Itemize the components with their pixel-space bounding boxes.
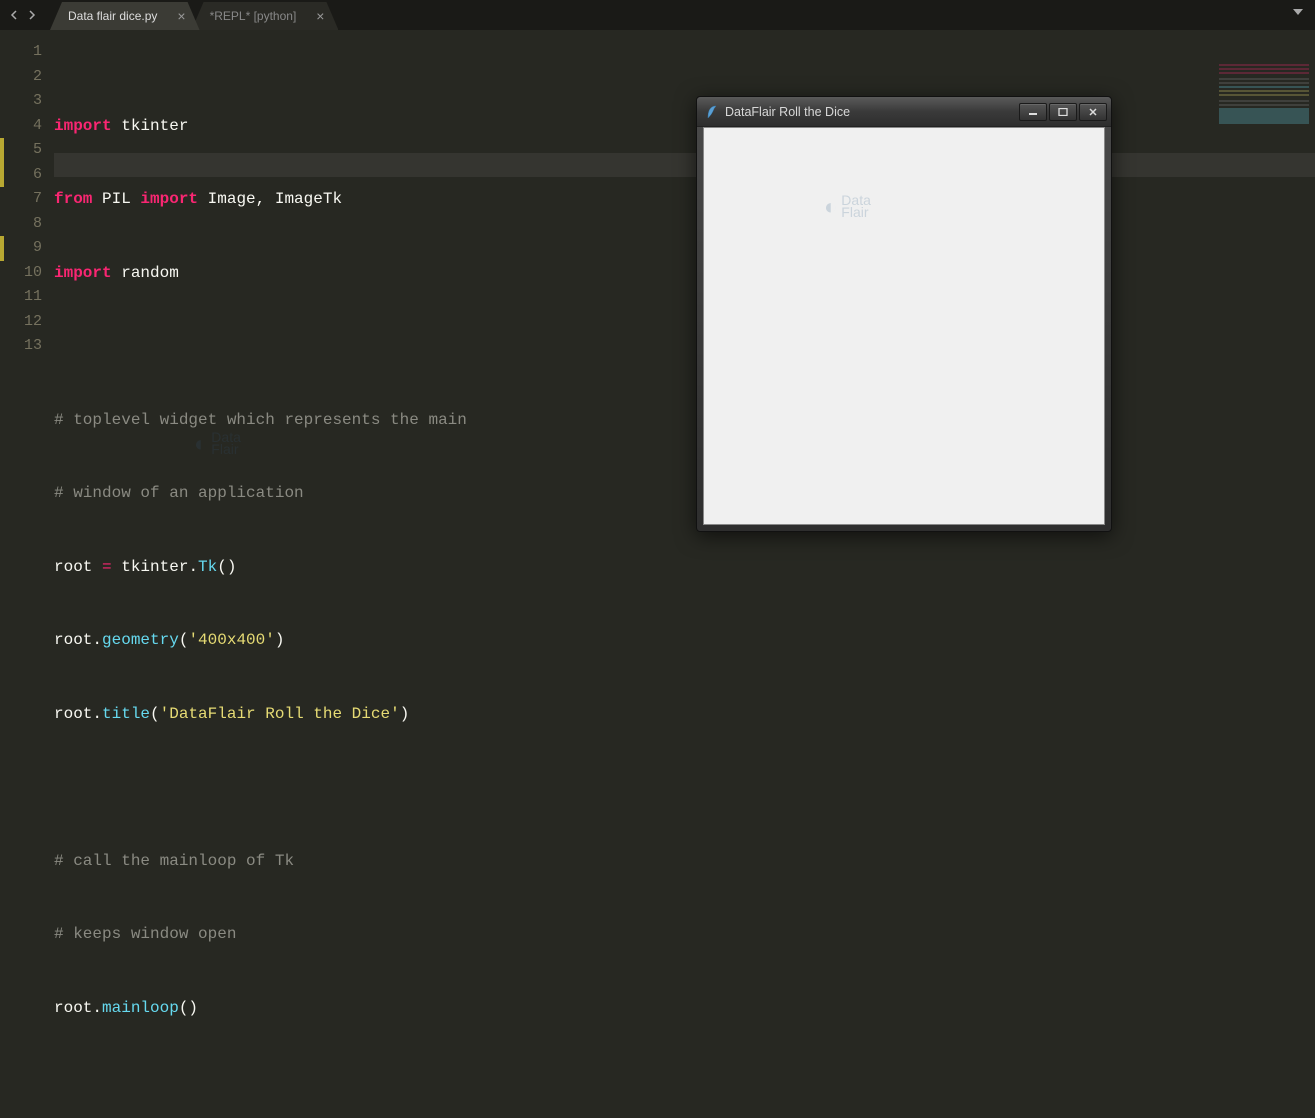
line-number: 6 — [0, 163, 42, 188]
code-editor[interactable]: import tkinter from PIL import Image, Im… — [54, 30, 1315, 664]
line-number: 13 — [0, 334, 42, 359]
tkinter-window[interactable]: DataFlair Roll the Dice ◐ DataFlair — [696, 96, 1112, 532]
line-number: 3 — [0, 89, 42, 114]
line-number: 11 — [0, 285, 42, 310]
minimap[interactable] — [1219, 64, 1309, 124]
line-number: 8 — [0, 212, 42, 237]
code-line: from PIL import Image, ImageTk — [54, 187, 1315, 212]
line-number: 5 — [0, 138, 42, 163]
tk-feather-icon — [705, 105, 719, 119]
nav-back-icon[interactable] — [6, 7, 22, 23]
code-line: root.mainloop() — [54, 996, 1315, 1021]
dataflair-watermark: ◐ DataFlair — [824, 194, 871, 220]
tkinter-window-title: DataFlair Roll the Dice — [725, 105, 1019, 119]
tab-label: *REPL* [python] — [210, 9, 297, 23]
line-number: 9 — [0, 236, 42, 261]
line-number: 4 — [0, 114, 42, 139]
nav-forward-icon[interactable] — [24, 7, 40, 23]
line-number-gutter: 1 2 3 4 5 6 7 8 9 10 11 12 13 — [0, 30, 54, 664]
code-line: import random — [54, 261, 1315, 286]
code-line: # toplevel widget which represents the m… — [54, 408, 1315, 433]
tab-file-2[interactable]: *REPL* [python] × — [192, 2, 339, 30]
tab-file-1[interactable]: Data flair dice.py × — [50, 2, 200, 30]
code-line — [54, 334, 1315, 359]
dataflair-watermark: ◐ DataFlair — [194, 432, 241, 457]
gutter-highlight — [0, 163, 4, 188]
gutter-highlight — [0, 236, 4, 261]
tab-label: Data flair dice.py — [68, 9, 157, 23]
code-line: # keeps window open — [54, 922, 1315, 947]
tkinter-client-area: ◐ DataFlair — [703, 127, 1105, 525]
line-number: 2 — [0, 65, 42, 90]
code-line: # window of an application — [54, 481, 1315, 506]
line-number: 12 — [0, 310, 42, 335]
tkinter-titlebar[interactable]: DataFlair Roll the Dice — [697, 97, 1111, 127]
active-line-highlight — [54, 153, 1315, 178]
tab-close-icon[interactable]: × — [316, 9, 324, 23]
code-line: import tkinter — [54, 114, 1315, 139]
line-number: 7 — [0, 187, 42, 212]
line-number: 1 — [0, 40, 42, 65]
code-line — [54, 775, 1315, 800]
editor-area: 1 2 3 4 5 6 7 8 9 10 11 12 13 import tki… — [0, 30, 1315, 664]
editor-top-bar: Data flair dice.py × *REPL* [python] × — [0, 0, 1315, 30]
code-line: root.title('DataFlair Roll the Dice') — [54, 702, 1315, 727]
line-number: 10 — [0, 261, 42, 286]
tab-close-icon[interactable]: × — [177, 9, 185, 23]
code-line: root = tkinter.Tk() — [54, 555, 1315, 580]
code-line: # call the mainloop of Tk — [54, 849, 1315, 874]
close-button[interactable] — [1079, 103, 1107, 121]
window-controls — [1019, 103, 1107, 121]
maximize-button[interactable] — [1049, 103, 1077, 121]
code-line: root.geometry('400x400') — [54, 628, 1315, 653]
nav-arrows — [0, 7, 46, 23]
menu-dropdown-icon[interactable] — [1293, 8, 1303, 19]
tabs-container: Data flair dice.py × *REPL* [python] × — [46, 0, 338, 30]
gutter-highlight — [0, 138, 4, 163]
minimize-button[interactable] — [1019, 103, 1047, 121]
